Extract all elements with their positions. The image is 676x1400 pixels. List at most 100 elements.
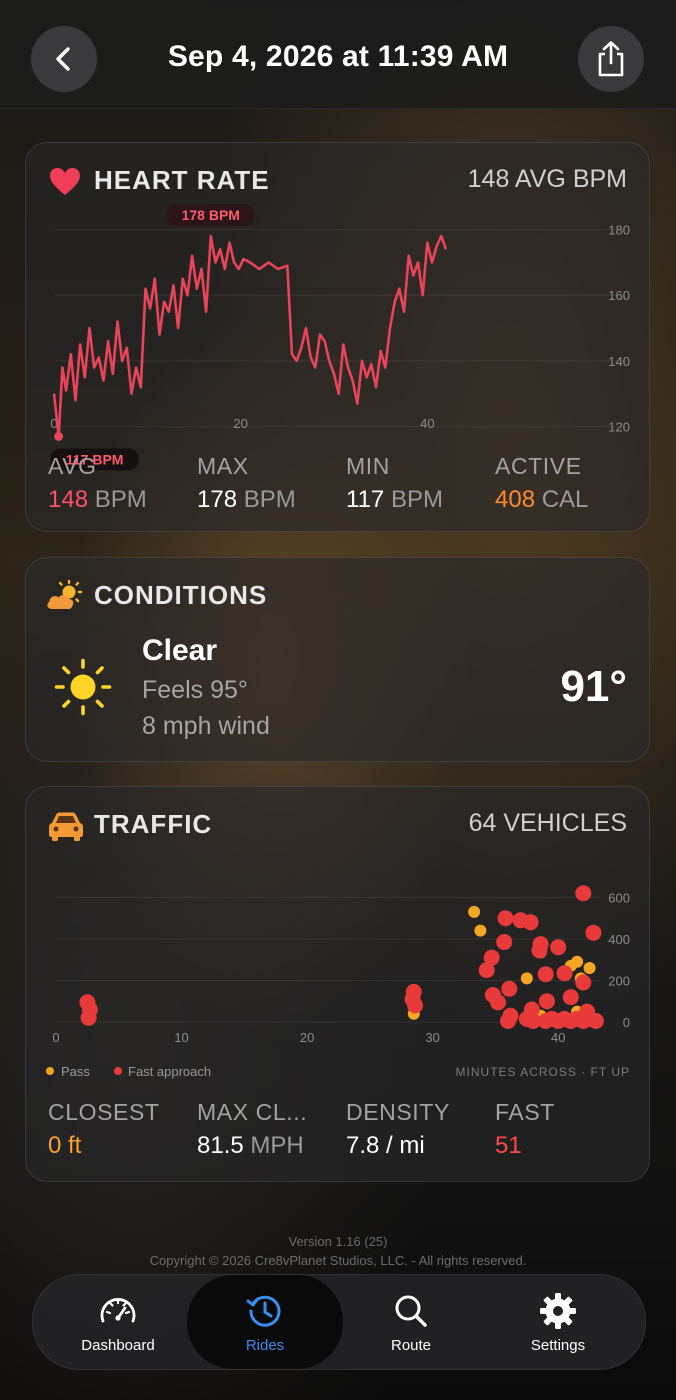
fast-approach-point <box>575 885 592 902</box>
stat-unit: BPM <box>390 486 443 513</box>
fast-approach-point <box>496 934 513 950</box>
y-tick-label: 180 <box>608 223 630 238</box>
max-label: 178 BPM <box>182 207 240 223</box>
heart-rate-series-line <box>52 234 448 438</box>
x-tick-label: 40 <box>420 416 434 431</box>
fast-approach-point <box>556 965 573 982</box>
x-tick-label: 30 <box>425 1030 439 1045</box>
stat-label: AVG <box>48 453 97 479</box>
min-point <box>54 431 64 441</box>
x-tick-label: 0 <box>52 1030 59 1045</box>
wind-speed: 8 mph wind <box>142 712 270 740</box>
y-tick-label: 0 <box>623 1015 630 1030</box>
fast-approach-point <box>501 980 518 997</box>
traffic-summary: 64 VEHICLES <box>468 809 627 837</box>
pass-point <box>571 955 584 968</box>
fast-approach-point <box>407 997 424 1014</box>
heart-rate-chart: 120140160180 0 20 40 178 BPM 117 BPM <box>50 204 630 471</box>
fast-approach-point <box>500 1013 516 1029</box>
feels-like: Feels 95° <box>142 676 248 704</box>
pass-point <box>583 962 596 974</box>
traffic-card[interactable]: TRAFFIC 64 VEHICLES 0 200 400 600 0 10 20 30 40… <box>25 786 650 1182</box>
x-tick-label: 20 <box>233 416 247 431</box>
stat-unit: BPM <box>94 486 147 513</box>
stat-value: 117 <box>346 486 385 513</box>
fast-approach-point <box>523 1001 540 1018</box>
history-clock-icon <box>246 1295 281 1327</box>
y-tick-label: 400 <box>608 932 630 947</box>
fast-approach-point <box>562 989 579 1006</box>
stat-value: 408 <box>495 486 536 513</box>
y-tick-label: 200 <box>608 973 630 988</box>
stat-label: MAX <box>197 453 249 479</box>
stat-unit: MPH <box>250 1132 304 1159</box>
traffic-title: TRAFFIC <box>94 809 213 839</box>
stat-value: 0 ft <box>48 1132 82 1159</box>
stat-label: MAX CL... <box>197 1099 308 1125</box>
stat-avg: AVG 148 BPM <box>48 453 147 514</box>
share-icon <box>598 41 624 77</box>
heart-rate-stats: AVG 148 BPM MAX 178 BPM MIN 117 BPM ACTI… <box>48 453 648 523</box>
legend-fast-swatch <box>114 1067 122 1075</box>
pass-point <box>520 972 533 985</box>
stat-label: CLOSEST <box>48 1099 160 1125</box>
back-button[interactable] <box>31 26 97 92</box>
fast-approach-point <box>531 942 548 959</box>
share-button[interactable] <box>578 26 644 92</box>
traffic-stats: CLOSEST 0 ft MAX CL... 81.5 MPH DENSITY … <box>48 1099 648 1169</box>
traffic-chart: 0200400600 0 10 20 30 40 Pass Fast approach … <box>46 885 630 1079</box>
y-tick-label: 600 <box>608 890 630 905</box>
stat-value: 148 <box>48 486 89 513</box>
stat-fast: FAST 51 <box>495 1099 555 1160</box>
condition-summary: Clear <box>142 634 218 667</box>
fast-approach-point <box>522 914 539 931</box>
heart-rate-summary: 148 AVG BPM <box>467 165 627 193</box>
conditions-header: CONDITIONS <box>47 580 627 616</box>
speedometer-icon <box>100 1297 136 1322</box>
stat-unit: BPM <box>243 486 296 513</box>
tab-label: Settings <box>530 1336 586 1354</box>
top-bar: Sep 4, 2026 at 11:39 AM <box>0 0 676 109</box>
fast-approach-point <box>579 1003 596 1020</box>
stat-value: 51 <box>495 1132 522 1159</box>
tab-rides[interactable]: Rides <box>187 1275 343 1369</box>
fast-approach-point <box>80 1009 97 1026</box>
conditions-card[interactable]: CONDITIONS Clear Feels 95° 8 mph wind 91… <box>25 557 650 762</box>
stat-value: 81.5 <box>197 1132 244 1159</box>
gear-icon <box>540 1292 576 1329</box>
stat-density: DENSITY 7.8 / mi <box>346 1099 450 1160</box>
tab-dashboard[interactable]: Dashboard <box>43 1275 193 1369</box>
pass-point <box>474 924 487 937</box>
heart-icon <box>50 168 80 195</box>
fast-approach-point <box>550 939 567 956</box>
fast-approach-point <box>478 962 495 979</box>
tab-label: Dashboard <box>81 1336 155 1354</box>
stat-label: MIN <box>346 453 390 479</box>
pass-point <box>468 905 481 918</box>
car-icon <box>49 812 83 841</box>
tab-route[interactable]: Route <box>336 1275 486 1369</box>
search-icon <box>395 1295 427 1327</box>
y-tick-label: 120 <box>608 420 630 435</box>
fast-approach-point <box>490 994 506 1011</box>
stat-unit: CAL <box>541 486 589 513</box>
tab-label: Route <box>390 1336 432 1354</box>
fast-approach-point <box>538 993 555 1010</box>
heart-rate-card[interactable]: HEART RATE 148 AVG BPM 120 140 160 180 0 20 4… <box>25 142 650 532</box>
stat-label: FAST <box>495 1099 555 1125</box>
tab-label: Rides <box>245 1336 285 1354</box>
x-tick-label: 10 <box>174 1030 188 1045</box>
partly-cloudy-icon <box>47 580 83 609</box>
stat-closest: CLOSEST 0 ft <box>48 1099 160 1160</box>
legend-pass-label: Pass <box>61 1064 90 1079</box>
legend-fast-label: Fast approach <box>128 1064 211 1079</box>
x-tick-label: 20 <box>300 1030 314 1045</box>
version-text: Version 1.16 (25) <box>288 1234 388 1249</box>
stat-label: DENSITY <box>346 1099 450 1125</box>
tab-settings[interactable]: Settings <box>483 1275 633 1369</box>
tab-bar: Dashboard Rides Route Settings <box>32 1274 646 1370</box>
stat-label: ACTIVE <box>495 453 582 479</box>
y-tick-label: 140 <box>608 354 630 369</box>
stat-max: MAX 178 BPM <box>197 453 296 514</box>
heart-rate-header: HEART RATE 148 AVG BPM <box>48 165 627 201</box>
